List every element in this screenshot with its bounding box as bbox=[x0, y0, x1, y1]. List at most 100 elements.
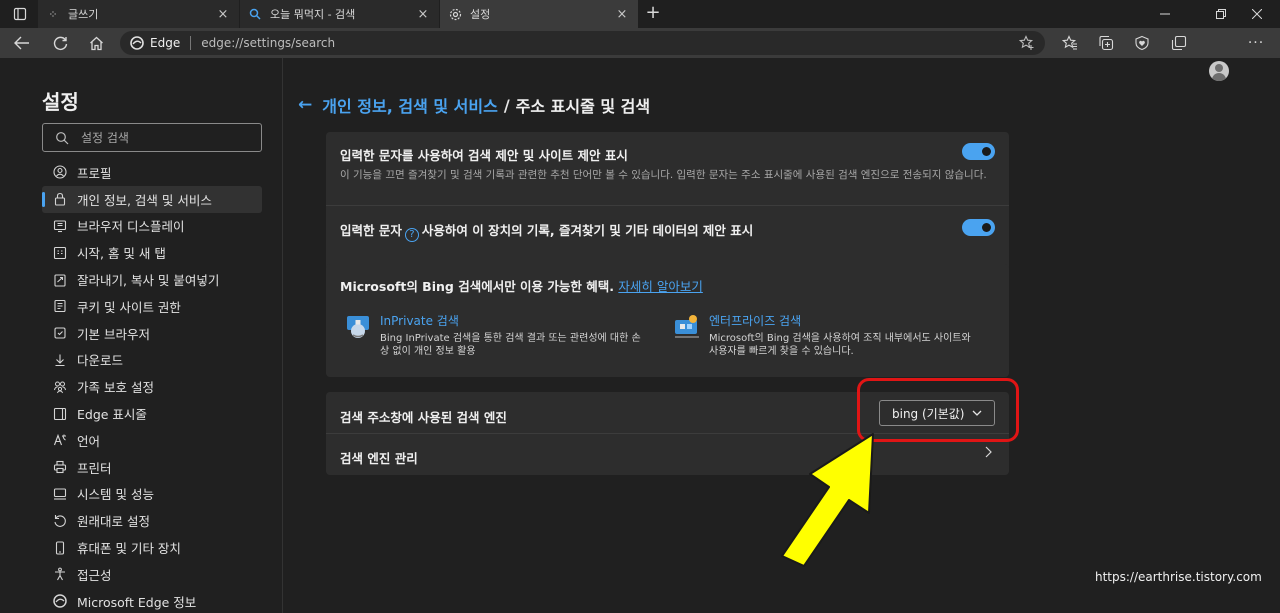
manage-engines-label: 검색 엔진 관리 bbox=[340, 451, 418, 466]
family-icon bbox=[52, 379, 68, 395]
home-icon bbox=[89, 36, 103, 50]
close-icon[interactable]: × bbox=[215, 7, 231, 22]
address-brand: Edge bbox=[150, 36, 181, 50]
sidebar-item-default-browser[interactable]: 기본 브라우저 bbox=[42, 320, 262, 347]
sidebar-item-label: 휴대폰 및 기타 장치 bbox=[77, 541, 181, 557]
profile-icon bbox=[52, 164, 68, 180]
sidebar-item-label: 언어 bbox=[77, 433, 101, 449]
sidebar-item-label: 기본 브라우저 bbox=[77, 326, 150, 342]
local-suggestions-title: 입력한 문자? 사용하여 이 장치의 기록, 즐겨찾기 및 기타 데이터의 제안 … bbox=[340, 220, 995, 242]
yellow-arrow-annotation bbox=[781, 433, 874, 567]
sidebar-item-label: 쿠키 및 사이트 권한 bbox=[77, 299, 181, 315]
sidebar-item-label: 시작, 홈 및 새 탭 bbox=[77, 246, 166, 262]
display-icon bbox=[52, 218, 68, 234]
tab-settings[interactable]: 설정 × bbox=[440, 0, 638, 28]
suggestions-description: 이 기능을 끄면 즐겨찾기 및 검색 기록과 관련한 추천 단어만 볼 수 있습… bbox=[340, 169, 987, 181]
breadcrumb-parent-link[interactable]: 개인 정보, 검색 및 서비스 bbox=[322, 93, 498, 117]
bing-benefits-card: Microsoft의 Bing 검색에서만 이용 가능한 혜택. 자세히 알아보… bbox=[326, 264, 1009, 377]
sidebar-item-profile[interactable]: 프로필 bbox=[42, 159, 262, 186]
enterprise-feature-description: Microsoft의 Bing 검색을 사용하여 조직 내부에서도 사이트와 사… bbox=[709, 333, 971, 357]
edge-logo-icon bbox=[52, 593, 68, 609]
suggestions-title: 입력한 문자를 사용하여 검색 제안 및 사이트 제안 표시 bbox=[340, 148, 628, 163]
tab-title: 설정 bbox=[470, 8, 491, 21]
browser-icon bbox=[52, 325, 68, 341]
minimize-icon bbox=[1160, 13, 1170, 15]
favorites-button[interactable] bbox=[1058, 31, 1082, 55]
back-arrow-icon[interactable]: ← bbox=[298, 95, 312, 115]
sidebar-item-label: 다운로드 bbox=[77, 353, 124, 369]
sidebar-item-privacy[interactable]: 개인 정보, 검색 및 서비스 bbox=[42, 185, 262, 213]
sidebar-item-clipboard[interactable]: 잘라내기, 복사 및 붙여넣기 bbox=[42, 266, 262, 293]
sidebar-item-language[interactable]: 언어 bbox=[42, 427, 262, 454]
settings-search-input[interactable] bbox=[81, 130, 251, 145]
clipboard-icon bbox=[52, 272, 68, 288]
address-divider bbox=[190, 36, 192, 50]
minimize-button[interactable] bbox=[1142, 0, 1188, 28]
language-icon bbox=[52, 432, 68, 448]
local-suggestions-toggle[interactable] bbox=[962, 219, 995, 236]
suggestions-toggle[interactable] bbox=[962, 143, 995, 160]
sidebar-item-system[interactable]: 시스템 및 성능 bbox=[42, 481, 262, 508]
settings-more-button[interactable]: ··· bbox=[1244, 31, 1268, 55]
sidebar-item-display[interactable]: 브라우저 디스플레이 bbox=[42, 213, 262, 240]
sidebar-title: 설정 bbox=[42, 90, 79, 114]
refresh-button[interactable] bbox=[48, 31, 72, 55]
sidebar-item-family[interactable]: 가족 보호 설정 bbox=[42, 373, 262, 400]
shield-heart-icon bbox=[1135, 35, 1149, 51]
sidebar-item-reset[interactable]: 원래대로 설정 bbox=[42, 507, 262, 534]
new-tab-button[interactable]: + bbox=[642, 2, 664, 24]
chevron-right-icon bbox=[985, 446, 992, 458]
tab-write[interactable]: ⁘ 글쓰기 × bbox=[38, 0, 239, 28]
sidebar-item-about[interactable]: Microsoft Edge 정보 bbox=[42, 588, 262, 613]
cookie-icon bbox=[52, 298, 68, 314]
more-dots-icon: ··· bbox=[1247, 35, 1265, 51]
printer-icon bbox=[52, 459, 68, 475]
collections-button[interactable] bbox=[1094, 31, 1118, 55]
inprivate-feature-title[interactable]: InPrivate 검색 bbox=[380, 312, 459, 329]
tab-search[interactable]: 오늘 뭐먹지 - 검색 × bbox=[240, 0, 439, 28]
page-title: 주소 표시줄 및 검색 bbox=[515, 97, 651, 116]
favorites-star-icon bbox=[1062, 35, 1077, 50]
breadcrumb: ← 개인 정보, 검색 및 서비스 / 주소 표시줄 및 검색 bbox=[298, 93, 650, 117]
download-icon bbox=[52, 352, 68, 368]
close-icon[interactable]: × bbox=[614, 7, 630, 22]
sidebar-item-downloads[interactable]: 다운로드 bbox=[42, 347, 262, 374]
sidebar-item-phone[interactable]: 휴대폰 및 기타 장치 bbox=[42, 534, 262, 561]
restore-icon bbox=[1216, 9, 1226, 19]
add-favorite-icon[interactable] bbox=[1019, 35, 1035, 51]
sidebar-item-label: 프린터 bbox=[77, 460, 112, 476]
search-icon bbox=[56, 131, 69, 144]
sidebar-item-start-home[interactable]: 시작, 홈 및 새 탭 bbox=[42, 239, 262, 266]
extensions-button[interactable] bbox=[1167, 31, 1191, 55]
learn-more-link[interactable]: 자세히 알아보기 bbox=[618, 279, 702, 294]
back-button[interactable] bbox=[10, 31, 34, 55]
refresh-icon bbox=[53, 36, 67, 50]
enterprise-feature-title[interactable]: 엔터프라이즈 검색 bbox=[709, 312, 801, 329]
sidebar-nav: 프로필 개인 정보, 검색 및 서비스 브라우저 디스플레이 시작, 홈 및 새… bbox=[42, 159, 262, 613]
home-button[interactable] bbox=[84, 31, 108, 55]
tab-title: 오늘 뭐먹지 - 검색 bbox=[270, 8, 356, 21]
address-bar[interactable]: Edge edge://settings/search bbox=[120, 31, 1045, 55]
sidebar-item-edge-bar[interactable]: Edge 표시줄 bbox=[42, 400, 262, 427]
help-icon[interactable]: ? bbox=[404, 227, 419, 242]
settings-search[interactable] bbox=[42, 123, 262, 152]
close-icon[interactable]: × bbox=[415, 7, 431, 22]
tab-actions-button[interactable] bbox=[9, 4, 31, 24]
tab-strip: ⁘ 글쓰기 × 오늘 뭐먹지 - 검색 × 설정 × + bbox=[0, 0, 1280, 28]
sidebar-item-printer[interactable]: 프린터 bbox=[42, 454, 262, 481]
gear-icon bbox=[448, 7, 462, 21]
close-window-button[interactable] bbox=[1234, 0, 1280, 28]
sidebar-item-label: 개인 정보, 검색 및 서비스 bbox=[77, 192, 212, 208]
browser-essentials-button[interactable] bbox=[1130, 31, 1154, 55]
tab-title: 글쓰기 bbox=[68, 8, 99, 21]
bing-benefits-title: Microsoft의 Bing 검색에서만 이용 가능한 혜택. 자세히 알아보… bbox=[340, 276, 995, 295]
sidebar-item-label: 시스템 및 성능 bbox=[77, 487, 154, 503]
address-url[interactable]: edge://settings/search bbox=[201, 36, 335, 50]
edge-bar-icon bbox=[52, 406, 68, 422]
sidebar-item-cookies[interactable]: 쿠키 및 사이트 권한 bbox=[42, 293, 262, 320]
sidebar-item-label: 잘라내기, 복사 및 붙여넣기 bbox=[77, 273, 220, 289]
breadcrumb-separator: / bbox=[503, 95, 510, 115]
bing-benefits-text: Microsoft의 Bing 검색에서만 이용 가능한 혜택. bbox=[340, 279, 614, 294]
sidebar-item-accessibility[interactable]: 접근성 bbox=[42, 561, 262, 588]
watermark-text: https://earthrise.tistory.com bbox=[1095, 570, 1262, 584]
